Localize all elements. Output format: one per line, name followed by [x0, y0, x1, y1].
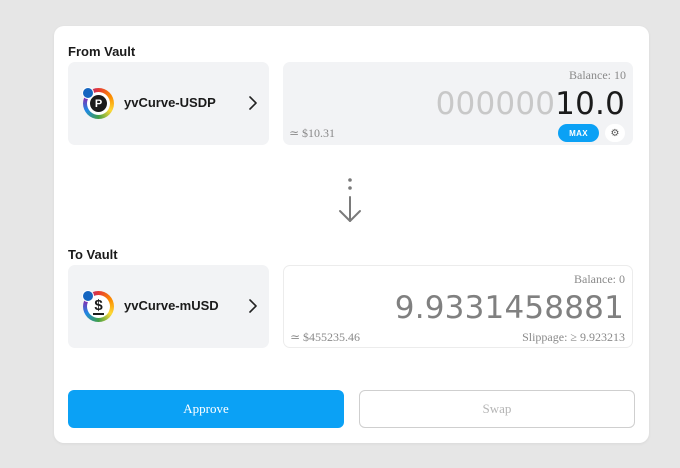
to-vault-selector[interactable]: $ yvCurve-mUSD: [68, 265, 269, 348]
max-button[interactable]: MAX: [558, 124, 599, 142]
to-usd-value: ≃ $455235.46: [290, 330, 361, 344]
to-vault-name: yvCurve-mUSD: [124, 298, 219, 313]
usdp-glyph: P: [90, 95, 107, 112]
musd-glyph: $: [93, 297, 104, 315]
gear-icon: ⚙: [610, 127, 620, 139]
from-balance: Balance: 10: [569, 68, 626, 82]
amount-padding: 000000: [435, 86, 556, 122]
to-balance: Balance: 0: [574, 272, 625, 286]
usdp-token-icon: P: [82, 87, 114, 119]
from-vault-label: From Vault: [68, 44, 136, 59]
swap-card: From Vault P yvCurve-USDP Balance: 10 00…: [54, 26, 649, 443]
to-vault-label: To Vault: [68, 247, 118, 262]
settings-button[interactable]: ⚙: [605, 124, 625, 142]
amount-value: 10.0: [555, 86, 625, 122]
arrow-down-icon: [339, 178, 361, 222]
from-vault-selector[interactable]: P yvCurve-USDP: [68, 62, 269, 145]
vault-badge-icon: [82, 290, 94, 302]
to-amount-panel: Balance: 0 9.9331458881 ≃ $455235.46 Sli…: [283, 265, 633, 348]
musd-token-icon: $: [82, 290, 114, 322]
vault-badge-icon: [82, 87, 94, 99]
to-amount-output: 9.9331458881: [394, 290, 624, 326]
chevron-right-icon: [249, 96, 257, 110]
slippage-readout: Slippage: ≥ 9.923213: [522, 330, 625, 344]
approve-button[interactable]: Approve: [68, 390, 344, 428]
chevron-right-icon: [249, 299, 257, 313]
swap-button[interactable]: Swap: [359, 390, 635, 428]
from-amount-panel: Balance: 10 00000010.0 ≃ $10.31 MAX ⚙: [283, 62, 633, 145]
from-amount-input[interactable]: 00000010.0: [436, 86, 625, 122]
from-usd-value: ≃ $10.31: [289, 126, 336, 140]
from-vault-name: yvCurve-USDP: [124, 95, 216, 110]
